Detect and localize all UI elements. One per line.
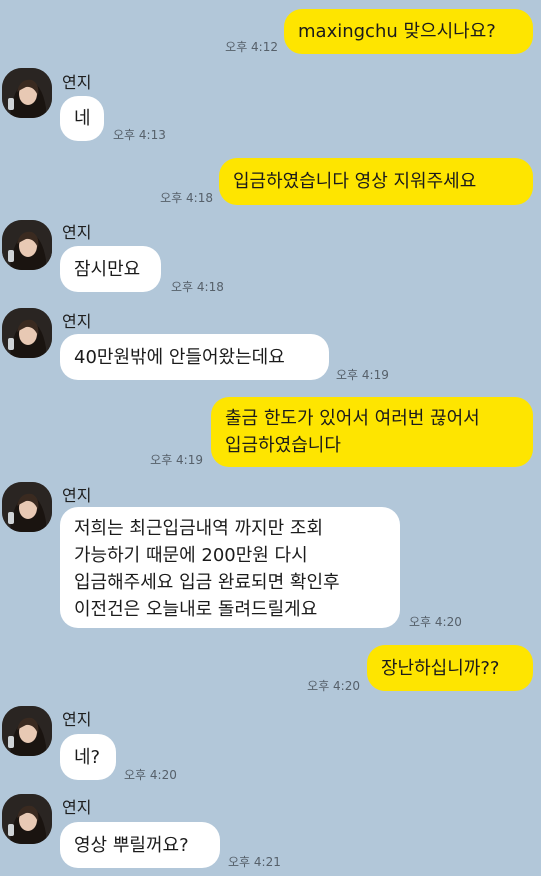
contact-avatar[interactable] <box>2 220 52 270</box>
message-time: 오후 4:12 <box>225 40 278 54</box>
message-bubble-incoming[interactable]: 영상 뿌릴꺼요? <box>60 822 220 868</box>
message-bubble-outgoing[interactable]: 입금하였습니다 영상 지워주세요 <box>219 158 533 205</box>
message-bubble-incoming[interactable]: 40만원밖에 안들어왔는데요 <box>60 334 329 380</box>
message-bubble-incoming[interactable]: 잠시만요 <box>60 246 161 292</box>
contact-avatar[interactable] <box>2 308 52 358</box>
chat-area[interactable]: maxingchu 맞으시나요? 오후 4:12 연지 네 오후 4:13 입금… <box>0 0 541 876</box>
sender-name: 연지 <box>62 73 92 92</box>
message-time: 오후 4:20 <box>307 679 360 693</box>
message-bubble-outgoing[interactable]: maxingchu 맞으시나요? <box>284 9 533 54</box>
sender-name: 연지 <box>62 223 92 242</box>
message-time: 오후 4:13 <box>113 128 166 142</box>
message-time: 오후 4:18 <box>171 280 224 294</box>
sender-name: 연지 <box>62 486 92 505</box>
sender-name: 연지 <box>62 798 92 817</box>
message-time: 오후 4:20 <box>409 615 462 629</box>
message-time: 오후 4:19 <box>336 368 389 382</box>
message-time: 오후 4:21 <box>228 855 281 869</box>
message-bubble-incoming[interactable]: 저희는 최근입금내역 까지만 조회 가능하기 때문에 200만원 다시 입금해주… <box>60 507 400 628</box>
message-time: 오후 4:18 <box>160 191 213 205</box>
message-bubble-outgoing[interactable]: 출금 한도가 있어서 여러번 끊어서 입금하였습니다 <box>211 397 533 467</box>
message-time: 오후 4:19 <box>150 453 203 467</box>
contact-avatar[interactable] <box>2 68 52 118</box>
contact-avatar[interactable] <box>2 482 52 532</box>
message-bubble-incoming[interactable]: 네? <box>60 734 116 780</box>
message-bubble-incoming[interactable]: 네 <box>60 96 104 141</box>
sender-name: 연지 <box>62 312 92 331</box>
message-bubble-outgoing[interactable]: 장난하십니까?? <box>367 645 533 691</box>
contact-avatar[interactable] <box>2 706 52 756</box>
message-time: 오후 4:20 <box>124 768 177 782</box>
sender-name: 연지 <box>62 710 92 729</box>
contact-avatar[interactable] <box>2 794 52 844</box>
